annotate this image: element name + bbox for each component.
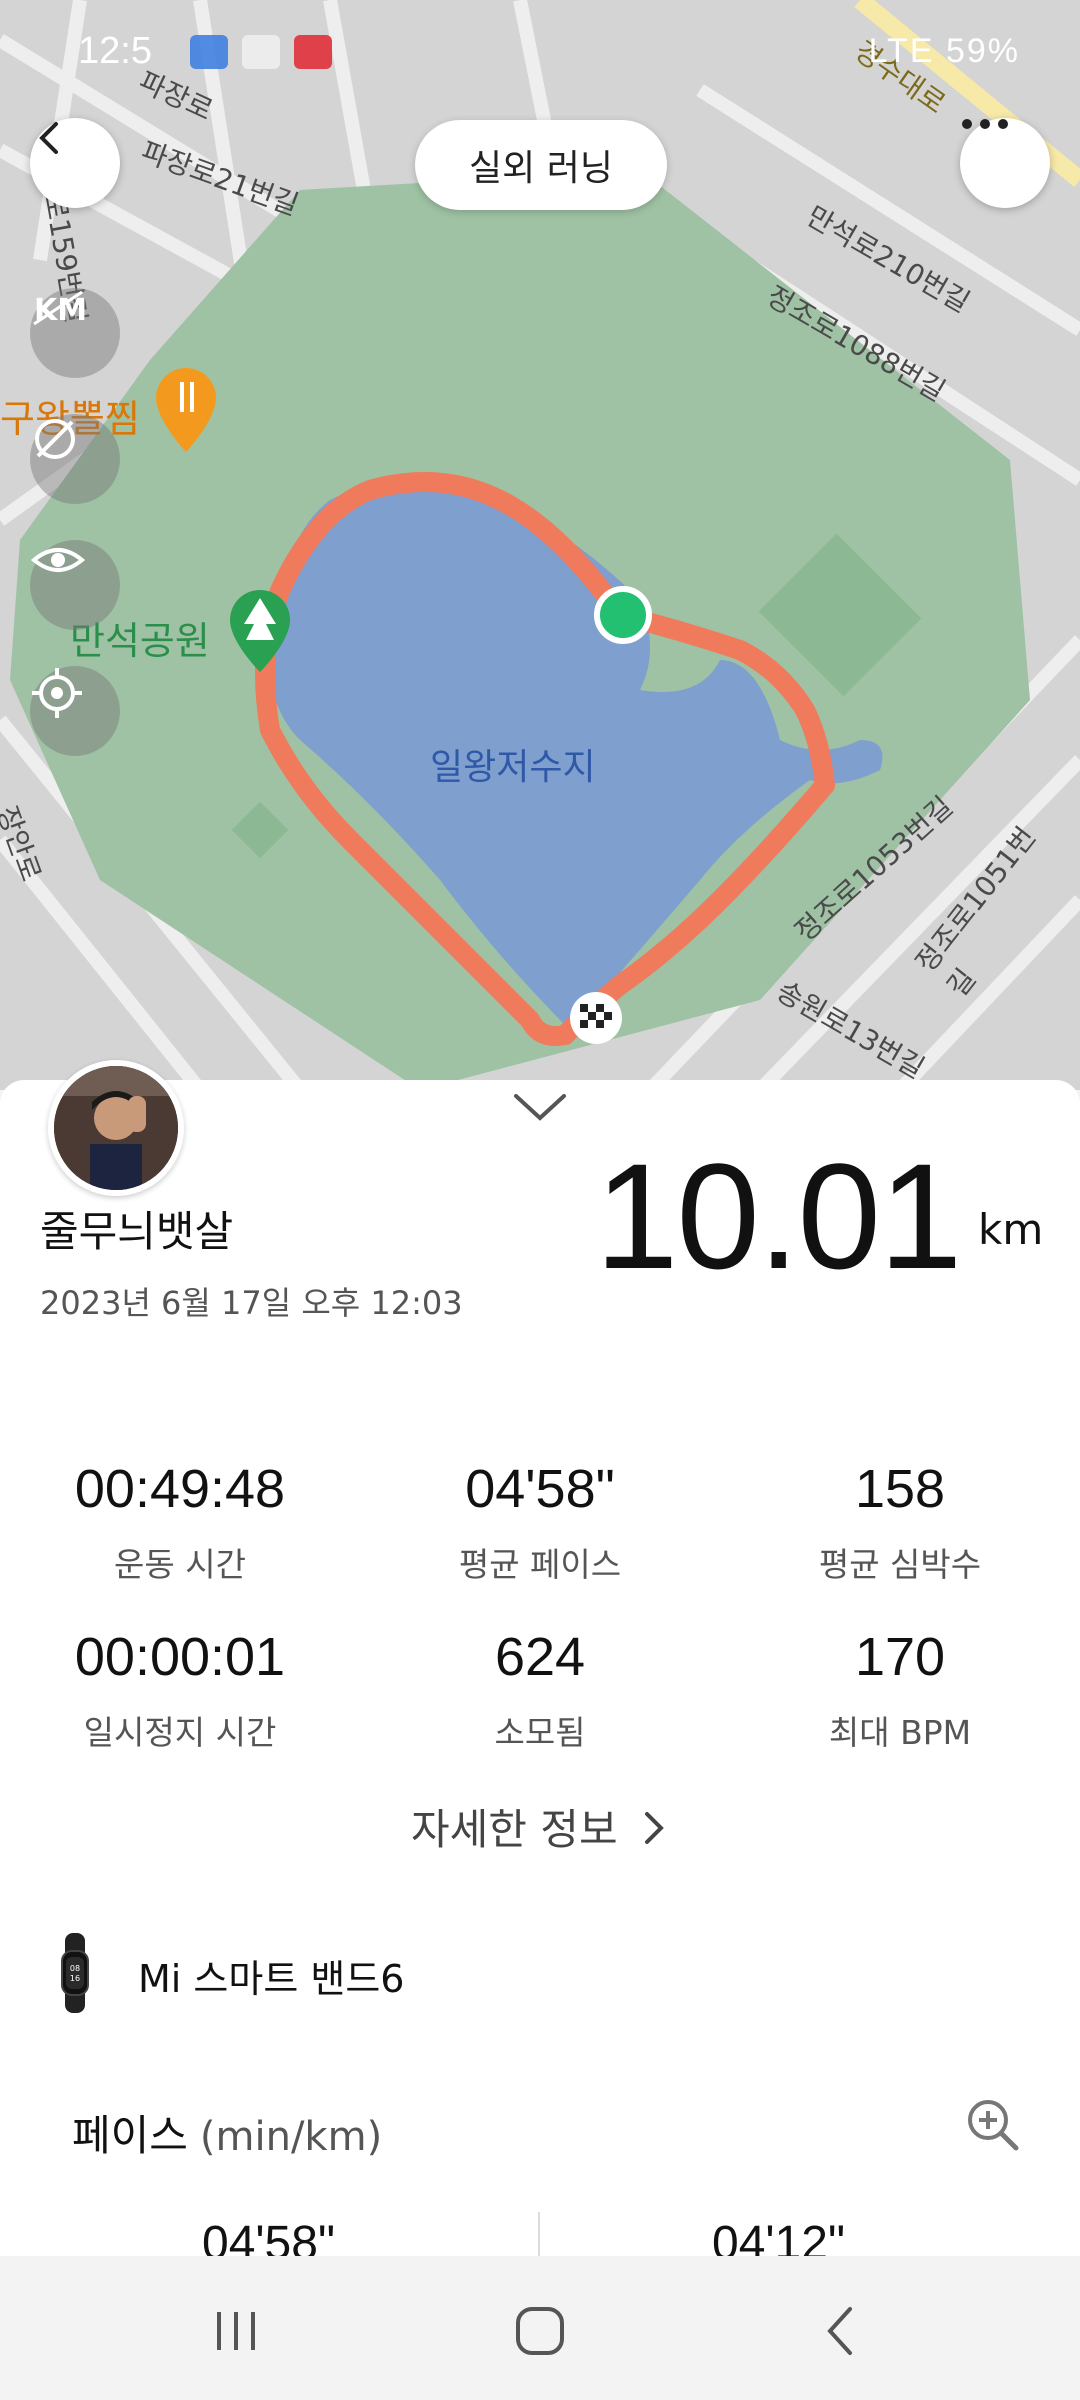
stat-label: 평균 심박수	[818, 1545, 982, 1584]
zoom-in-icon[interactable]	[964, 2096, 1020, 2152]
radio-icon	[242, 35, 280, 69]
stat-value: 170	[854, 1627, 946, 1687]
recenter-button[interactable]	[30, 666, 120, 756]
recent-apps-button[interactable]	[196, 2296, 276, 2366]
stat-value: 624	[494, 1627, 586, 1687]
location-target-icon	[32, 668, 82, 718]
device-name: Mi 스마트 밴드6	[138, 1957, 405, 2001]
app-notification-icon	[294, 35, 332, 69]
more-dots-icon	[962, 119, 1008, 129]
system-navigation-bar	[0, 2256, 1080, 2400]
chevron-right-icon	[644, 1812, 664, 1844]
recent-apps-icon	[217, 2312, 255, 2350]
route-map[interactable]: 일왕저수지 만석공원 구왕뽈찜 파장로21번길 만석로210번길 정조로1088…	[0, 0, 1080, 1090]
hidden-layer-icon	[35, 419, 75, 459]
svg-text:08: 08	[70, 1964, 80, 1973]
more-options-button[interactable]	[960, 118, 1050, 208]
stat-label: 소모됨	[494, 1713, 586, 1752]
stat-workout-time: 00:49:48 운동 시간	[0, 1458, 360, 1586]
smart-band-icon: 08 16	[61, 1933, 89, 2013]
status-time: 12:5	[78, 30, 152, 72]
stat-label: 평균 페이스	[458, 1545, 622, 1584]
home-icon	[516, 2307, 564, 2355]
lake-label: 일왕저수지	[430, 747, 596, 788]
user-photo	[54, 1066, 178, 1190]
stat-value: 00:00:01	[74, 1627, 286, 1687]
stat-value: 04'58"	[465, 1459, 615, 1519]
home-button[interactable]	[500, 2296, 580, 2366]
pace-title: 페이스	[72, 2111, 188, 2160]
status-bar: 12:5 LTE 59%	[0, 0, 1080, 110]
user-name: 줄무늬뱃살	[40, 1207, 234, 1256]
stat-average-heart-rate: 158 평균 심박수	[720, 1458, 1080, 1586]
avatar	[48, 1060, 184, 1196]
notification-icons	[190, 35, 332, 69]
stat-label: 일시정지 시간	[83, 1713, 277, 1752]
band-device-icon: 08 16	[30, 1928, 120, 2018]
eye-icon	[30, 548, 86, 572]
stat-value: 00:49:48	[74, 1459, 286, 1519]
total-distance: 10.01	[595, 1132, 962, 1300]
stat-label: 운동 시간	[114, 1545, 246, 1584]
system-back-button[interactable]	[800, 2296, 880, 2366]
collapse-chevron-icon[interactable]	[510, 1090, 570, 1124]
km-markers-toggle[interactable]: KM	[30, 288, 120, 378]
stat-max-bpm: 170 최대 BPM	[720, 1626, 1080, 1754]
distance-unit: km	[978, 1205, 1044, 1254]
status-battery: LTE 59%	[868, 32, 1020, 70]
pace-card[interactable]: 페이스 (min/km) 04'58" 04'12"	[30, 2066, 1050, 2266]
back-button[interactable]	[30, 118, 120, 208]
pace-unit: (min/km)	[199, 2114, 383, 2160]
pace-card-title: 페이스 (min/km)	[72, 2102, 382, 2163]
km-icon: KM	[33, 290, 86, 328]
stat-label: 최대 BPM	[828, 1713, 972, 1752]
stat-paused-time: 00:00:01 일시정지 시간	[0, 1626, 360, 1754]
back-icon	[827, 2307, 852, 2355]
heart-rate-toggle[interactable]	[30, 414, 120, 504]
back-arrow-icon	[39, 122, 58, 154]
stat-value: 158	[854, 1459, 946, 1519]
svg-text:16: 16	[70, 1974, 80, 1983]
workout-datetime: 2023년 6월 17일 오후 12:03	[40, 1284, 463, 1322]
visibility-toggle[interactable]	[30, 540, 120, 630]
svg-text:KM: KM	[34, 293, 86, 328]
detailed-info-label: 자세한 정보	[411, 1805, 618, 1854]
stat-average-pace: 04'58" 평균 페이스	[360, 1458, 720, 1586]
stat-calories: 624 소모됨	[360, 1626, 720, 1754]
detailed-info-link[interactable]: 자세한 정보	[0, 1796, 1080, 1857]
workout-type-title: 실외 러닝	[415, 120, 667, 210]
app-notification-icon	[190, 35, 228, 69]
